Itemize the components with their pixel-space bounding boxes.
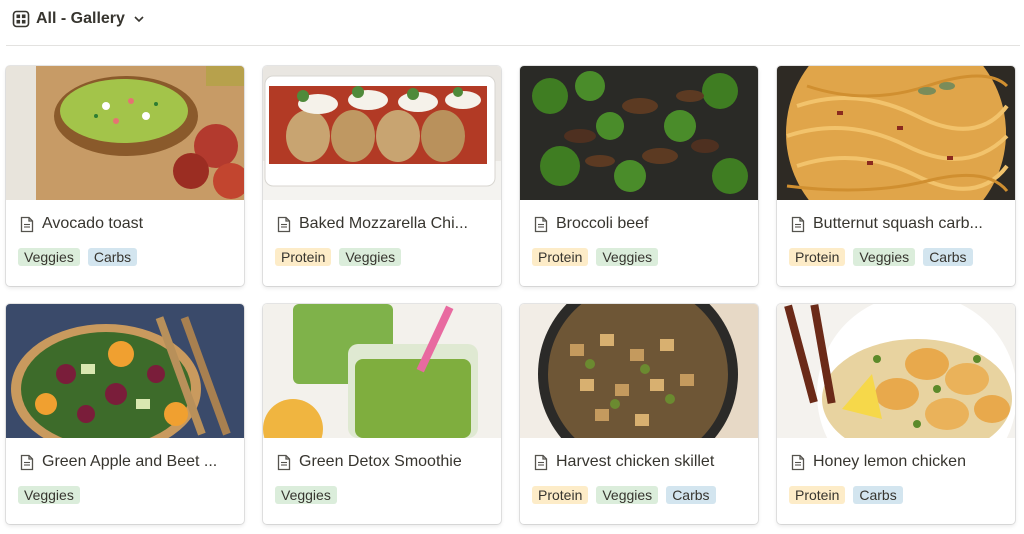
page-icon [20,216,34,233]
page-icon [534,454,548,471]
gallery-card[interactable]: Avocado toast Veggies Carbs [6,66,244,286]
tag-veggies: Veggies [596,486,659,504]
header-divider [6,45,1020,46]
gallery-card[interactable]: Green Detox Smoothie Veggies [263,304,501,524]
page-icon [534,216,548,233]
card-cover-image [263,66,501,200]
gallery-card[interactable]: Butternut squash carb... Protein Veggies… [777,66,1015,286]
card-title: Butternut squash carb... [813,215,983,232]
page-icon [20,454,34,471]
page-icon [791,454,805,471]
tag-protein: Protein [532,248,589,266]
gallery-card[interactable]: Honey lemon chicken Protein Carbs [777,304,1015,524]
card-title: Baked Mozzarella Chi... [299,215,468,232]
card-title: Broccoli beef [556,215,649,232]
view-switcher[interactable]: All - Gallery [12,6,145,32]
card-cover-image [263,304,501,438]
gallery-grid: Avocado toast Veggies Carbs Baked Mozzar… [6,66,1015,524]
tag-protein: Protein [532,486,589,504]
tag-protein: Protein [789,248,846,266]
tag-protein: Protein [275,248,332,266]
tag-veggies: Veggies [275,486,337,504]
page-icon [277,454,291,471]
card-cover-image [777,66,1015,200]
tag-carbs: Carbs [923,248,973,266]
chevron-down-icon [131,13,145,25]
tag-veggies: Veggies [18,486,80,504]
tag-veggies: Veggies [596,248,659,266]
card-title: Harvest chicken skillet [556,453,715,470]
gallery-view-icon [12,10,30,28]
gallery-card[interactable]: Broccoli beef Protein Veggies [520,66,758,286]
card-title: Honey lemon chicken [813,453,966,470]
tag-veggies: Veggies [339,248,402,266]
tag-veggies: Veggies [853,248,916,266]
tag-carbs: Carbs [87,248,138,266]
card-cover-image [6,66,244,200]
view-title: All - Gallery [36,10,125,27]
card-cover-image [520,304,758,438]
tag-veggies: Veggies [18,248,80,266]
card-title: Avocado toast [42,215,144,232]
gallery-card[interactable]: Green Apple and Beet ... Veggies [6,304,244,524]
gallery-card[interactable]: Harvest chicken skillet Protein Veggies … [520,304,758,524]
tag-carbs: Carbs [666,486,716,504]
card-title: Green Apple and Beet ... [42,453,218,470]
card-title: Green Detox Smoothie [299,453,462,470]
tag-protein: Protein [789,486,846,504]
page-icon [791,216,805,233]
tag-carbs: Carbs [853,486,903,504]
card-cover-image [777,304,1015,438]
card-cover-image [520,66,758,200]
gallery-card[interactable]: Baked Mozzarella Chi... Protein Veggies [263,66,501,286]
card-cover-image [6,304,244,438]
page-icon [277,216,291,233]
